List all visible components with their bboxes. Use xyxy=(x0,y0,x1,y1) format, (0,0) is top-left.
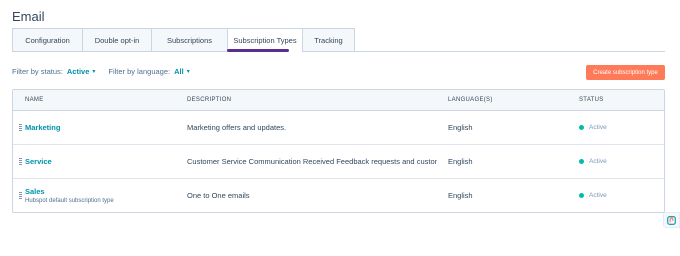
language-filter-label: Filter by language: xyxy=(108,67,171,76)
column-header-description[interactable]: DESCRIPTION xyxy=(187,90,231,110)
subscription-language: English xyxy=(448,123,473,132)
tab-configuration[interactable]: Configuration xyxy=(12,28,82,52)
subscription-language: English xyxy=(448,191,473,200)
status-dot-icon xyxy=(579,125,584,130)
subscription-name-link[interactable]: Sales xyxy=(25,187,45,196)
language-filter-dropdown[interactable]: All ▾ xyxy=(174,67,190,76)
help-widget-icon[interactable] xyxy=(663,212,680,228)
status-text: Active xyxy=(589,124,607,131)
subscription-description: Marketing offers and updates. xyxy=(187,123,287,132)
table-row: Sales Hubspot default subscription type … xyxy=(13,179,664,212)
filter-bar: Filter by status: Active ▾ Filter by lan… xyxy=(12,67,190,76)
status-filter-value: Active xyxy=(66,67,90,76)
table-header: NAME DESCRIPTION LANGUAGE(S) STATUS xyxy=(13,90,664,111)
page-title: Email xyxy=(12,9,45,24)
create-subscription-type-button[interactable]: Create subscription type xyxy=(586,65,665,80)
drag-handle-icon[interactable] xyxy=(17,111,23,144)
table-row: Marketing Marketing offers and updates. … xyxy=(13,111,664,145)
tabs-divider xyxy=(12,51,665,52)
active-tab-indicator xyxy=(227,49,289,52)
tab-tracking[interactable]: Tracking xyxy=(302,28,355,52)
table-row: Service Customer Service Communication R… xyxy=(13,145,664,179)
subscription-language: English xyxy=(448,157,473,166)
status-badge: Active xyxy=(579,179,607,212)
tab-subscriptions[interactable]: Subscriptions xyxy=(151,28,227,52)
subscription-description: Customer Service Communication Received … xyxy=(187,157,437,166)
status-text: Active xyxy=(589,158,607,165)
status-text: Active xyxy=(589,192,607,199)
column-header-name[interactable]: NAME xyxy=(25,90,44,110)
status-dot-icon xyxy=(579,193,584,198)
status-badge: Active xyxy=(579,145,607,178)
drag-handle-icon[interactable] xyxy=(17,145,23,178)
column-header-language[interactable]: LANGUAGE(S) xyxy=(448,90,493,110)
language-filter-value: All xyxy=(174,67,184,76)
tab-double-opt-in[interactable]: Double opt-in xyxy=(82,28,151,52)
status-badge: Active xyxy=(579,111,607,144)
subscription-types-table: NAME DESCRIPTION LANGUAGE(S) STATUS Mark… xyxy=(12,89,665,213)
drag-handle-icon[interactable] xyxy=(17,179,23,212)
status-dot-icon xyxy=(579,159,584,164)
chevron-down-icon: ▾ xyxy=(92,69,96,75)
subscription-description: One to One emails xyxy=(187,191,250,200)
subscription-subtitle: Hubspot default subscription type xyxy=(25,198,114,204)
subscription-name-link[interactable]: Marketing xyxy=(25,123,60,132)
subscription-name-link[interactable]: Service xyxy=(25,157,52,166)
tab-bar: Configuration Double opt-in Subscription… xyxy=(12,28,355,52)
status-filter-label: Filter by status: xyxy=(12,67,63,76)
column-header-status[interactable]: STATUS xyxy=(579,90,604,110)
status-filter-dropdown[interactable]: Active ▾ xyxy=(67,67,96,76)
chevron-down-icon: ▾ xyxy=(186,69,190,75)
